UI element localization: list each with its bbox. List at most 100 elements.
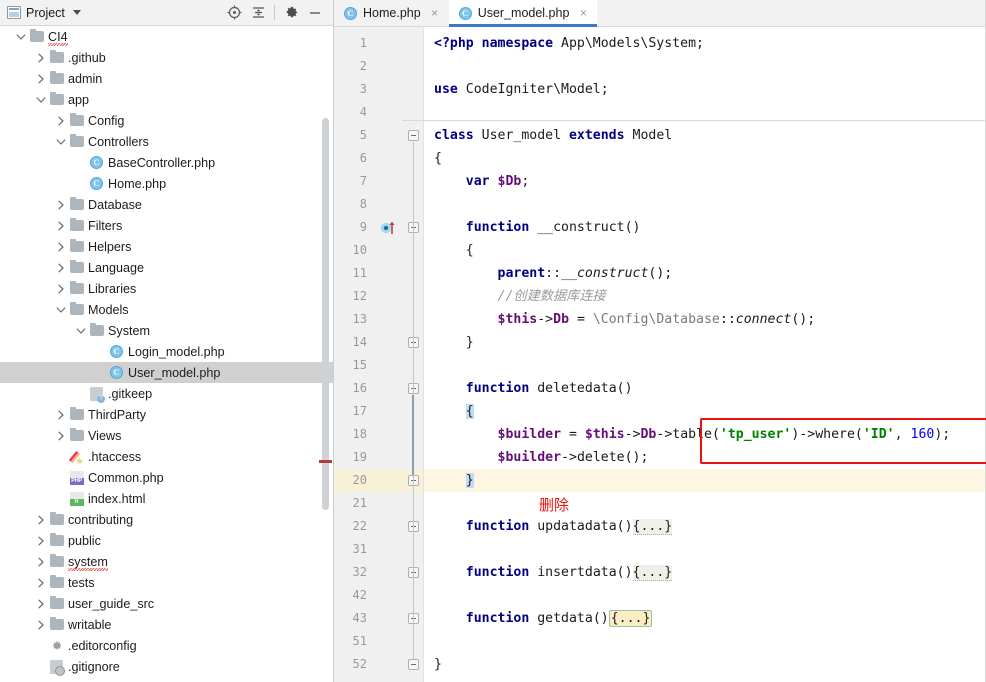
tree-item-label: public [68, 533, 101, 548]
editor-tab-label: User_model.php [477, 6, 570, 20]
chevron-down-icon[interactable] [54, 299, 68, 320]
tree-item-tests[interactable]: tests [0, 572, 333, 593]
annotation-label: 删除 [539, 496, 570, 514]
folder-icon [89, 322, 104, 336]
php-class-icon: C [110, 345, 123, 358]
code-line-17: { [465, 404, 474, 419]
close-icon[interactable]: × [577, 7, 589, 19]
chevron-right-icon[interactable] [54, 278, 68, 299]
folder-icon [69, 112, 84, 126]
tree-item-icon: C [88, 173, 105, 194]
chevron-right-icon[interactable] [34, 551, 48, 572]
tree-item-config[interactable]: Config [0, 110, 333, 131]
chevron-down-icon[interactable] [74, 320, 88, 341]
line-number: 2 [359, 59, 367, 73]
tree-item-user-model-php[interactable]: C User_model.php [0, 362, 333, 383]
tree-item-htaccess[interactable]: .htaccess [0, 446, 333, 467]
tree-item-github[interactable]: .github [0, 47, 333, 68]
chevron-down-icon[interactable] [54, 131, 68, 152]
chevron-right-icon[interactable] [34, 509, 48, 530]
collapse-fold-icon[interactable] [408, 659, 419, 670]
tree-item-icon [68, 278, 85, 299]
tree-item-icon [48, 530, 65, 551]
tree-item-login-model-php[interactable]: C Login_model.php [0, 341, 333, 362]
folder-icon [49, 616, 64, 630]
select-opened-file-icon[interactable] [222, 2, 246, 24]
line-number: 43 [352, 611, 367, 625]
tree-item-icon [68, 215, 85, 236]
tree-item-ci4[interactable]: CI4 [0, 26, 333, 47]
project-tree[interactable]: CI4 .github admin app Config Controllers C Base… [0, 26, 333, 682]
overriding-method-icon[interactable] [380, 220, 398, 236]
tree-item-filters[interactable]: Filters [0, 215, 333, 236]
tree-item-system[interactable]: System [0, 320, 333, 341]
project-tree-scrollbar[interactable] [322, 118, 329, 510]
chevron-right-icon[interactable] [54, 110, 68, 131]
tree-item-icon [48, 656, 65, 677]
tree-item-label: Controllers [88, 134, 149, 149]
chevron-down-icon[interactable] [72, 10, 81, 15]
chevron-down-icon[interactable] [34, 89, 48, 110]
tree-item-gitignore[interactable]: .gitignore [0, 656, 333, 677]
chevron-right-icon[interactable] [34, 47, 48, 68]
chevron-right-icon[interactable] [34, 530, 48, 551]
tree-item-helpers[interactable]: Helpers [0, 236, 333, 257]
chevron-right-icon[interactable] [54, 404, 68, 425]
close-icon[interactable]: × [429, 7, 441, 19]
code-line-11: parent::__construct(); [497, 266, 673, 281]
collapse-fold-icon[interactable] [408, 130, 419, 141]
settings-gear-icon[interactable] [279, 2, 303, 24]
chevron-down-icon[interactable] [14, 26, 28, 47]
tree-item-contributing[interactable]: contributing [0, 509, 333, 530]
chevron-right-icon[interactable] [34, 572, 48, 593]
tree-item-common-php[interactable]: Common.php [0, 467, 333, 488]
tree-item-label: .github [68, 50, 106, 65]
code-text-surface[interactable]: <?php namespace App\Models\System; use Co… [424, 27, 986, 682]
tree-item-home-php[interactable]: C Home.php [0, 173, 333, 194]
editor-tab-user_model-php[interactable]: C User_model.php × [448, 0, 598, 27]
chevron-right-icon[interactable] [34, 593, 48, 614]
tree-item-admin[interactable]: admin [0, 68, 333, 89]
tree-item-editorconfig[interactable]: .editorconfig [0, 635, 333, 656]
tree-item-views[interactable]: Views [0, 425, 333, 446]
chevron-right-icon[interactable] [54, 236, 68, 257]
chevron-right-icon[interactable] [34, 614, 48, 635]
chevron-right-icon[interactable] [54, 194, 68, 215]
chevron-right-icon[interactable] [54, 215, 68, 236]
tree-item-public[interactable]: public [0, 530, 333, 551]
folder-icon [69, 217, 84, 231]
tree-item-thirdparty[interactable]: ThirdParty [0, 404, 333, 425]
hide-panel-minimize-icon[interactable] [303, 2, 327, 24]
tree-item-basecontroller-php[interactable]: C BaseController.php [0, 152, 333, 173]
gutter-markers[interactable] [376, 27, 402, 682]
project-panel: Project CI4 .github admin app Config Con… [0, 0, 334, 682]
line-number: 16 [352, 381, 367, 395]
chevron-right-icon[interactable] [54, 425, 68, 446]
line-number: 10 [352, 243, 367, 257]
editor-tab-home-php[interactable]: C Home.php × [334, 0, 449, 26]
tree-item-language[interactable]: Language [0, 257, 333, 278]
line-number: 21 [352, 496, 367, 510]
code-folding-gutter[interactable] [402, 27, 424, 682]
tree-item-writable[interactable]: writable [0, 614, 333, 635]
tree-item-index-html[interactable]: index.html [0, 488, 333, 509]
tree-item-gitkeep[interactable]: .gitkeep [0, 383, 333, 404]
project-title-dropdown[interactable]: Project [7, 6, 81, 20]
line-number: 32 [352, 565, 367, 579]
tree-item-system[interactable]: system [0, 551, 333, 572]
chevron-right-icon[interactable] [34, 68, 48, 89]
folder-icon [49, 532, 64, 546]
tree-item-user-guide-src[interactable]: user_guide_src [0, 593, 333, 614]
code-editor[interactable]: 1 2 3 4 5 6 7 8 9 10 11 12 13 14 15 16 17 18 19 20 21 22 31 32 4… [334, 27, 986, 682]
tree-item-libraries[interactable]: Libraries [0, 278, 333, 299]
folder-icon [69, 406, 84, 420]
tree-item-models[interactable]: Models [0, 299, 333, 320]
chevron-right-icon[interactable] [54, 257, 68, 278]
tree-item-controllers[interactable]: Controllers [0, 131, 333, 152]
tree-item-database[interactable]: Database [0, 194, 333, 215]
tree-item-app[interactable]: app [0, 89, 333, 110]
collapse-all-icon[interactable] [246, 2, 270, 24]
